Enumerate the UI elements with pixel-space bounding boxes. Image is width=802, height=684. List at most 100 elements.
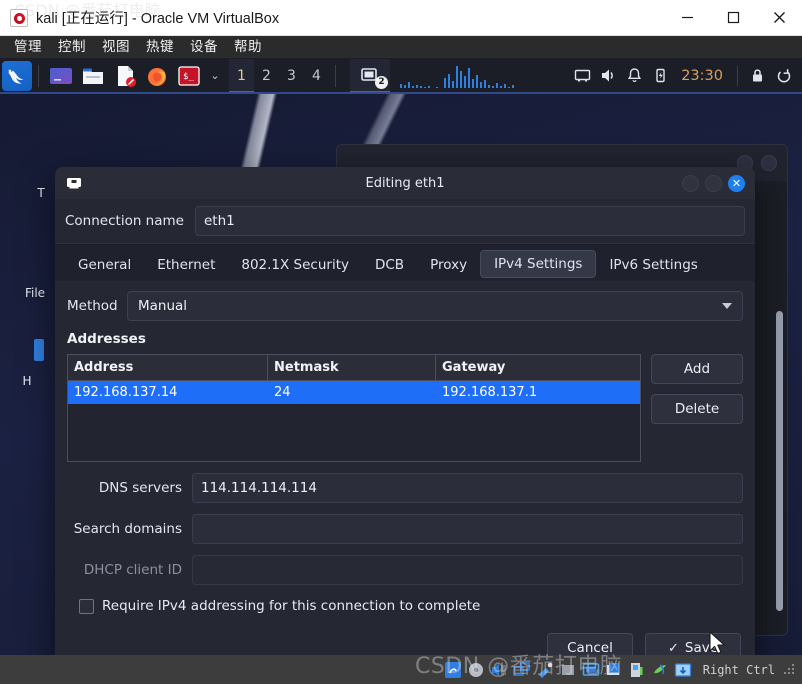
vm-menubar: 管理 控制 视图 热键 设备 帮助 (0, 36, 802, 58)
desktop-icon-label: H (22, 374, 32, 388)
panel-clock[interactable]: 23:30 (673, 68, 731, 84)
usb-icon[interactable] (536, 661, 554, 679)
root-terminal-icon[interactable]: $_ (176, 63, 202, 89)
cell-gateway[interactable]: 192.168.137.1 (436, 381, 640, 404)
panel-separator (38, 64, 39, 87)
addresses-table-header: Address Netmask Gateway (68, 355, 640, 381)
close-button[interactable] (756, 0, 802, 36)
menu-item-help[interactable]: 帮助 (226, 36, 270, 58)
cell-address[interactable]: 192.168.137.14 (68, 381, 268, 404)
column-header-gateway[interactable]: Gateway (436, 355, 640, 380)
cpu-graph-monitor (398, 64, 516, 88)
terminal-scrollbar[interactable] (776, 311, 783, 611)
audio-icon[interactable] (490, 661, 508, 679)
virtualbox-icon (10, 8, 28, 27)
addresses-section-title: Addresses (67, 331, 146, 347)
dialog-titlebar: Editing eth1 ✕ (55, 167, 755, 199)
tab-8021x-security[interactable]: 802.1X Security (228, 252, 362, 278)
menu-item-manage[interactable]: 管理 (6, 36, 50, 58)
delete-address-button[interactable]: Delete (651, 394, 743, 424)
home-folder-icon (0, 334, 58, 371)
terminal-emulator-icon[interactable] (48, 63, 74, 89)
recording-icon[interactable] (605, 661, 623, 679)
network-icon[interactable] (512, 661, 531, 679)
workspace-switcher: 1 2 3 4 (229, 58, 329, 93)
volume-tray-icon[interactable] (595, 63, 621, 89)
column-header-netmask[interactable]: Netmask (268, 355, 436, 380)
lock-icon[interactable] (744, 63, 770, 89)
cell-netmask[interactable]: 24 (268, 381, 436, 404)
terminal-maximize-button[interactable] (761, 155, 777, 171)
require-ipv4-row[interactable]: Require IPv4 addressing for this connect… (67, 598, 743, 614)
firefox-icon[interactable] (144, 63, 170, 89)
dhcp-client-id-input (192, 555, 743, 585)
save-button[interactable]: ✓ Save (645, 633, 741, 655)
editing-connection-dialog: Editing eth1 ✕ Connection name General E… (55, 167, 755, 655)
method-dropdown[interactable]: Manual (127, 291, 743, 321)
dns-servers-label: DNS servers (98, 480, 182, 496)
file-manager-icon[interactable] (80, 63, 106, 89)
network-tray-icon[interactable] (569, 63, 595, 89)
tab-proxy[interactable]: Proxy (417, 252, 480, 278)
features-icon[interactable] (628, 661, 646, 679)
tab-ipv6-settings[interactable]: IPv6 Settings (596, 252, 710, 278)
addresses-buttons: Add Delete (651, 354, 743, 462)
cancel-button[interactable]: Cancel (547, 632, 633, 655)
display-icon[interactable] (582, 661, 600, 679)
menu-item-devices[interactable]: 设备 (182, 36, 226, 58)
workspace-1[interactable]: 1 (229, 58, 254, 93)
column-header-address[interactable]: Address (68, 355, 268, 380)
dialog-body: Connection name General Ethernet 802.1X … (55, 199, 755, 655)
tray-separator (737, 65, 738, 86)
workspace-4[interactable]: 4 (304, 59, 329, 93)
connection-name-input[interactable] (195, 206, 745, 236)
table-row[interactable]: 192.168.137.14 24 192.168.137.1 (68, 381, 640, 404)
menu-item-view[interactable]: 视图 (94, 36, 138, 58)
maximize-button[interactable] (710, 0, 756, 36)
chevron-down-icon[interactable]: ⌄ (207, 69, 223, 82)
require-ipv4-label: Require IPv4 addressing for this connect… (102, 598, 481, 614)
addresses-table-empty-area (68, 404, 640, 461)
optical-disk-icon[interactable] (467, 661, 485, 679)
resize-grip[interactable] (784, 663, 796, 676)
desktop-icon-home[interactable]: H (0, 334, 58, 388)
svg-text:$_: $_ (183, 72, 194, 82)
system-tray: 23:30 (569, 63, 802, 89)
tab-ethernet[interactable]: Ethernet (144, 252, 228, 278)
minimize-button[interactable] (664, 0, 710, 36)
text-editor-icon[interactable] (112, 63, 138, 89)
virtualbox-statusbar: Right Ctrl (0, 655, 802, 684)
dialog-footer: Cancel ✓ Save (55, 617, 755, 655)
taskbar-window-button[interactable]: 2 (350, 58, 390, 93)
dns-servers-input[interactable] (192, 473, 743, 503)
harddisk-icon[interactable] (444, 661, 462, 679)
dialog-title: Editing eth1 (365, 175, 445, 191)
network-connection-icon (65, 174, 83, 192)
workspace-3[interactable]: 3 (279, 59, 304, 93)
workspace-2[interactable]: 2 (254, 59, 279, 93)
shared-folder-icon[interactable] (559, 661, 577, 679)
menu-item-control[interactable]: 控制 (50, 36, 94, 58)
addresses-table[interactable]: Address Netmask Gateway 192.168.137.14 2… (67, 354, 641, 462)
guest-screen: $_ ⌄ 1 2 3 4 2 23:30 T File H Editing et… (0, 58, 802, 655)
search-domains-input[interactable] (192, 514, 743, 544)
search-domains-label: Search domains (73, 521, 182, 537)
tab-ipv4-settings[interactable]: IPv4 Settings (480, 250, 597, 278)
keyboard-icon[interactable] (674, 661, 692, 679)
dns-servers-row: DNS servers (67, 473, 743, 503)
dialog-minimize-button[interactable] (682, 174, 699, 192)
dialog-close-button[interactable]: ✕ (728, 174, 745, 192)
tab-dcb[interactable]: DCB (362, 252, 417, 278)
check-icon: ✓ (667, 640, 679, 656)
mouse-integration-icon[interactable] (651, 661, 669, 679)
window-count-badge: 2 (375, 75, 388, 89)
add-address-button[interactable]: Add (651, 354, 743, 384)
battery-tray-icon[interactable] (647, 63, 673, 89)
dialog-maximize-button[interactable] (705, 174, 722, 192)
require-ipv4-checkbox[interactable] (79, 598, 94, 614)
logout-icon[interactable] (770, 63, 796, 89)
tab-general[interactable]: General (65, 252, 144, 278)
kali-dragon-icon[interactable] (2, 60, 32, 91)
notification-bell-icon[interactable] (621, 63, 647, 89)
menu-item-hotkeys[interactable]: 热键 (138, 36, 182, 58)
